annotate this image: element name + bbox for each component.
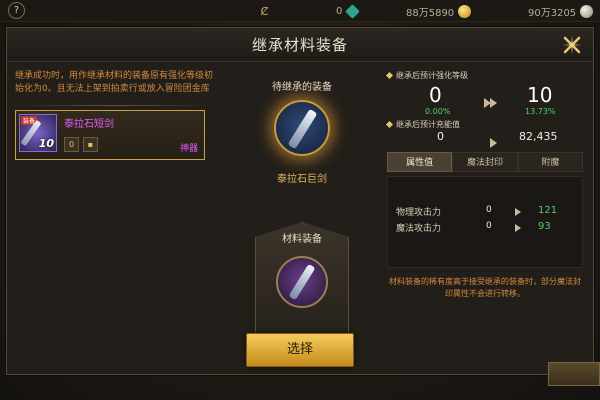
charge-label-text: 继承后预计充能值 (396, 120, 460, 129)
level-label: 继承后预计强化等级 (385, 70, 587, 81)
stat-name: 魔法攻击力 (396, 224, 442, 234)
sword-icon (288, 263, 316, 301)
stat-name: 物理攻击力 (396, 208, 442, 218)
stat-row: 物理攻击力 0 121 (388, 205, 582, 221)
background-button (548, 362, 600, 386)
inherit-center: 待继承的装备 泰拉石巨剑 材料装备 (237, 70, 367, 370)
level-to: 10 (527, 83, 553, 107)
target-label: 待继承的装备 (272, 82, 332, 93)
level-from: 0 (429, 83, 442, 107)
inherit-result-panel: 继承后预计强化等级 0 0.00% 10 13.73% 继承后预计充能值 0 8… (385, 70, 587, 370)
tab-attributes[interactable]: 属性值 (387, 152, 453, 172)
stat-from: 0 (486, 205, 492, 215)
close-button[interactable] (561, 34, 583, 56)
silver-coin-icon (580, 4, 594, 18)
help-icon[interactable]: ? (8, 2, 25, 19)
bullet-icon (385, 120, 394, 129)
currency-c-amount: 0 (336, 5, 343, 17)
currency-c: Ȼ (258, 4, 271, 18)
stats-box: 物理攻击力 0 121 魔法攻击力 0 93 (387, 176, 583, 268)
material-equipment-slot[interactable] (276, 256, 328, 308)
rarity-note: 材料装备的稀有度高于接受继承的装备时，部分魔法封印属性不会进行转移。 (389, 277, 581, 298)
item-name: 泰拉石短剑 (64, 119, 114, 130)
level-from-pct: 0.00% (425, 107, 451, 116)
stat-to: 93 (538, 221, 551, 232)
target-equipment-slot[interactable] (274, 100, 330, 156)
top-currency-bar: ? Ȼ 0 88万5890 90万3205 (0, 0, 600, 22)
tab-magic-seal[interactable]: 魔法封印 (452, 152, 518, 172)
charge-from: 0 (437, 130, 444, 143)
screen: ? Ȼ 0 88万5890 90万3205 继承材料装备 继承成功时，用作继承材… (0, 0, 600, 400)
material-label: 材料装备 (282, 234, 322, 245)
material-item-card[interactable]: 装备 10 泰拉石短剑 0 ▪ 神器 (15, 110, 205, 160)
close-x-icon (562, 35, 582, 55)
bullet-icon (385, 71, 394, 80)
gold-amount: 90万3205 (528, 7, 577, 19)
charge-label: 继承后预计充能值 (385, 119, 587, 130)
tab-enchant[interactable]: 附魔 (517, 152, 583, 172)
currency-c-value: 0 (336, 3, 361, 19)
dialog-title: 继承材料装备 (251, 36, 348, 54)
card-icon: ▪ (83, 137, 98, 152)
gem-amount: 88万5890 (406, 7, 455, 19)
c-currency-icon: Ȼ (260, 4, 269, 18)
arrow-icon (514, 208, 524, 216)
divider (15, 105, 215, 106)
double-arrow-icon (484, 93, 498, 108)
stat-from: 0 (486, 221, 492, 231)
level-to-pct: 13.73% (525, 107, 556, 116)
gold-coin-icon (458, 4, 472, 18)
gem-icon (345, 3, 361, 19)
dialog-header: 继承材料装备 (7, 28, 593, 62)
stat-to: 121 (538, 205, 558, 216)
charge-to: 82,435 (519, 130, 558, 143)
arrow-icon (514, 224, 524, 232)
currency-gold-value: 90万3205 (528, 4, 594, 19)
item-level: 10 (38, 137, 54, 150)
currency-gem-value: 88万5890 (406, 4, 472, 19)
select-button[interactable]: 选择 (246, 333, 354, 367)
target-equipment-name: 泰拉石巨剑 (277, 174, 327, 185)
stat-row: 魔法攻击力 0 93 (388, 221, 582, 237)
charge-row: 0 82,435 (387, 130, 587, 148)
seal-icon: 0 (64, 137, 79, 152)
item-thumbnail: 装备 10 (19, 114, 57, 152)
info-tabs: 属性值 魔法封印 附魔 (387, 152, 583, 172)
arrow-icon (488, 133, 497, 148)
material-list-panel: 继承成功时，用作继承材料的装备原有强化等级初始化为0。且无法上架到拍卖行或放入冒… (15, 70, 215, 370)
level-row: 0 0.00% 10 13.73% (387, 81, 587, 119)
inherit-notice: 继承成功时，用作继承材料的装备原有强化等级初始化为0。且无法上架到拍卖行或放入冒… (15, 71, 214, 94)
great-sword-icon (287, 108, 318, 150)
inherit-material-dialog: 继承材料装备 继承成功时，用作继承材料的装备原有强化等级初始化为0。且无法上架到… (6, 27, 594, 375)
level-label-text: 继承后预计强化等级 (396, 71, 468, 80)
item-icons: 0 ▪ (64, 137, 98, 152)
item-grade: 神器 (179, 144, 198, 154)
